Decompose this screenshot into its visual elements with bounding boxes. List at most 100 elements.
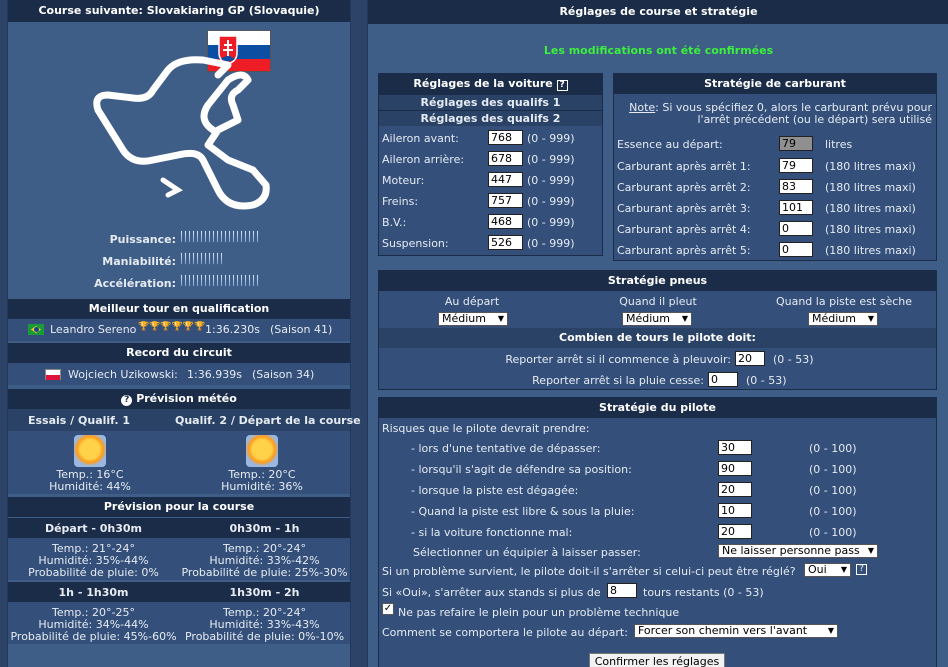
stat-bars bbox=[180, 274, 260, 290]
fuel-stop2-input[interactable]: 83 bbox=[779, 179, 813, 194]
risk-label: - Quand la piste est libre & sous la plu… bbox=[411, 505, 635, 518]
gearbox-input[interactable]: 468 bbox=[488, 214, 523, 229]
stat-label: Maniabilité: bbox=[102, 255, 176, 268]
fuel-stop4-input[interactable]: 0 bbox=[779, 221, 813, 236]
record-driver[interactable]: Wojciech Uzikowski: bbox=[68, 368, 178, 381]
note-text: : Si vous spécifiez 0, alors le carburan… bbox=[655, 101, 932, 126]
record-header: Record du circuit bbox=[8, 343, 350, 363]
stat-bar bbox=[220, 252, 223, 265]
chevron-down-icon: ▼ bbox=[827, 626, 834, 635]
risk-label: - si la voiture fonctionne mal: bbox=[411, 526, 573, 539]
stat-bar bbox=[188, 230, 191, 243]
fuel-max: (180 litres maxi) bbox=[825, 160, 916, 173]
partly-sunny-icon bbox=[74, 435, 106, 467]
right-panel: Réglages de course et stratégie Les modi… bbox=[367, 0, 948, 667]
weather-cols-header: Essais / Qualif. 1 Qualif. 2 / Départ de… bbox=[8, 409, 361, 431]
stat-bar bbox=[180, 230, 183, 243]
problem-select[interactable]: Oui ▼ bbox=[804, 563, 851, 577]
forecast-rain: Probabilité de pluie: 45%-60% bbox=[10, 630, 177, 643]
help-icon[interactable]: ? bbox=[856, 564, 867, 575]
car-setting-range: (0 - 999) bbox=[527, 195, 575, 208]
info-icon: ? bbox=[121, 395, 133, 406]
tyre-start-value: Médium bbox=[442, 312, 486, 325]
car-setting-range: (0 - 999) bbox=[527, 153, 575, 166]
problem-value: Oui bbox=[808, 563, 827, 576]
fuel-stop-label: Carburant après arrêt 5: bbox=[617, 244, 751, 257]
stat-bar bbox=[184, 252, 187, 265]
fuel-max: (180 litres maxi) bbox=[825, 202, 916, 215]
fuel-stop3-input[interactable]: 101 bbox=[779, 200, 813, 215]
risk-range: (0 - 100) bbox=[809, 484, 857, 497]
confirm-settings-button[interactable]: Confirmer les réglages bbox=[589, 653, 725, 667]
fuel-stop5-input[interactable]: 0 bbox=[779, 242, 813, 257]
risk-defend-input[interactable]: 90 bbox=[718, 461, 752, 476]
stat-bar bbox=[196, 230, 199, 243]
tyre-rain-value: Médium bbox=[626, 312, 670, 325]
stat-bar bbox=[200, 274, 203, 287]
tyre-col-label: Quand la piste est sèche bbox=[775, 295, 913, 308]
suspension-input[interactable]: 526 bbox=[488, 235, 523, 250]
tyre-start-select[interactable]: Médium ▼ bbox=[438, 312, 508, 326]
chevron-down-icon: ▼ bbox=[681, 314, 688, 323]
qual1-settings-link[interactable]: Réglages des qualifs 1 bbox=[379, 94, 602, 110]
stat-bar bbox=[212, 252, 215, 265]
risk-range: (0 - 100) bbox=[809, 505, 857, 518]
car-setting-range: (0 - 999) bbox=[527, 216, 575, 229]
stat-bar bbox=[180, 252, 183, 265]
car-setting-range: (0 - 999) bbox=[527, 132, 575, 145]
weather-humidity: Humidité: 36% bbox=[221, 480, 303, 493]
stat-bars bbox=[180, 230, 260, 246]
car-setting-label: Freins: bbox=[382, 195, 419, 208]
left-panel: Course suivante: Slovakiaring GP (Slovaq… bbox=[7, 0, 361, 667]
problem-label: Si un problème survient, le pilote doit-… bbox=[382, 565, 796, 578]
start-behavior-select[interactable]: Forcer son chemin vers l'avant ▼ bbox=[634, 624, 838, 638]
stat-bar bbox=[192, 274, 195, 287]
brakes-input[interactable]: 757 bbox=[488, 193, 523, 208]
stat-bar bbox=[212, 230, 215, 243]
let-pass-select[interactable]: Ne laisser personne pass ▼ bbox=[718, 544, 878, 558]
risk-malfunction-input[interactable]: 20 bbox=[718, 524, 752, 539]
engine-input[interactable]: 447 bbox=[488, 172, 523, 187]
risk-label: - lorsque la piste est dégagée: bbox=[411, 484, 579, 497]
stat-bar bbox=[216, 274, 219, 287]
risk-range: (0 - 100) bbox=[809, 442, 857, 455]
no-refuel-checkbox[interactable]: ✓ bbox=[382, 603, 394, 615]
car-setting-range: (0 - 999) bbox=[527, 174, 575, 187]
partly-sunny-icon bbox=[246, 435, 278, 467]
weather-col-title: Essais / Qualif. 1 bbox=[28, 414, 131, 427]
fuel-stop1-input[interactable]: 79 bbox=[779, 158, 813, 173]
risk-clear-input[interactable]: 20 bbox=[718, 482, 752, 497]
stat-bar bbox=[220, 230, 223, 243]
rear-wing-input[interactable]: 678 bbox=[488, 151, 523, 166]
pit-prefix: Si «Oui», s'arrêter aux stands si plus d… bbox=[382, 586, 601, 599]
forecast-rain: Probabilité de pluie: 25%-30% bbox=[181, 566, 348, 579]
let-pass-label: Sélectionner un équipier à laisser passe… bbox=[413, 546, 641, 559]
dry-delay-input[interactable]: 0 bbox=[708, 372, 738, 387]
forecast-period-header: Départ - 0h30m 0h30m - 1h bbox=[8, 518, 350, 538]
weather-col-title: Qualif. 2 / Départ de la course bbox=[175, 414, 361, 427]
stat-bar bbox=[252, 230, 255, 243]
stat-bar bbox=[184, 230, 187, 243]
stat-bar bbox=[212, 274, 215, 287]
laps-title: Combien de tours le pilote doit: bbox=[379, 328, 936, 348]
help-icon[interactable]: ? bbox=[556, 80, 568, 91]
stat-bar bbox=[256, 274, 259, 287]
tyre-dry-select[interactable]: Médium ▼ bbox=[808, 312, 878, 326]
stat-bar bbox=[248, 230, 251, 243]
best-qual-driver[interactable]: Leandro Sereno bbox=[50, 323, 136, 336]
rain-delay-input[interactable]: 20 bbox=[735, 351, 765, 366]
stat-bar bbox=[248, 274, 251, 287]
stat-bar bbox=[240, 274, 243, 287]
pit-laps-input[interactable]: 8 bbox=[607, 583, 637, 598]
stat-bar bbox=[200, 252, 203, 265]
forecast-period-title: 1h - 1h30m bbox=[58, 586, 129, 599]
risk-clear-wet-input[interactable]: 10 bbox=[718, 503, 752, 518]
weather-humidity: Humidité: 44% bbox=[49, 480, 131, 493]
stat-bar bbox=[216, 252, 219, 265]
qual2-settings-link[interactable]: Réglages des qualifs 2 bbox=[379, 110, 602, 126]
fuel-stop-label: Carburant après arrêt 4: bbox=[617, 223, 751, 236]
tyre-rain-select[interactable]: Médium ▼ bbox=[622, 312, 692, 326]
front-wing-input[interactable]: 768 bbox=[488, 130, 523, 145]
let-pass-value: Ne laisser personne pass bbox=[722, 544, 860, 557]
risk-overtake-input[interactable]: 30 bbox=[718, 440, 752, 455]
